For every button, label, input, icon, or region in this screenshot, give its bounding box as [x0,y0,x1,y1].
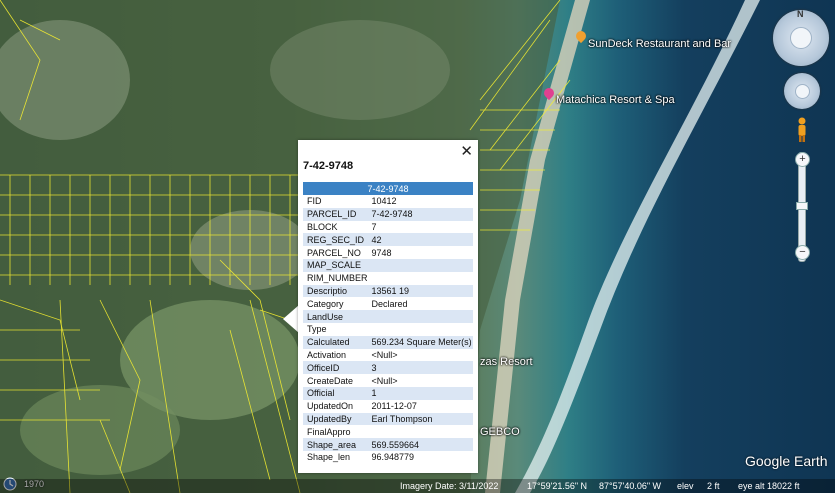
attribute-row: Official 1 [303,386,473,400]
move-control[interactable] [784,73,820,109]
attribute-key: RIM_NUMBER [307,273,368,284]
attribute-value [367,310,473,323]
attribute-value: 569.559664 [367,438,473,451]
attribute-key: MAP_SCALE [303,258,368,272]
attribute-row: BLOCK 7 [303,221,473,234]
attribute-value: 96.948779 [371,452,415,463]
attribute-value: 10412 [371,196,397,207]
attribute-key: Category [307,298,344,309]
attribute-row: Activation <Null> [303,349,473,362]
attribute-row: OfficeID 3 [303,361,473,375]
zoom-in-button[interactable]: + [795,152,810,167]
attribute-value: 9748 [371,247,392,258]
attribute-value: 3 [367,361,473,375]
imagery-date: Imagery Date: 3/11/2022 [400,481,499,491]
attribute-key: Calculated [303,335,368,349]
attribute-key: Shape_area [303,438,368,451]
attribute-key: REG_SEC_ID [303,233,368,247]
move-joystick[interactable] [795,84,810,99]
attribute-key: PARCEL_ID [303,207,368,221]
attribute-key: Shape_len [307,452,351,463]
place-label-resort-partial[interactable]: zas Resort [480,356,533,368]
map-view[interactable]: SunDeck Restaurant and Bar Matachica Res… [0,0,835,493]
attribute-key: FinalAppro [307,426,351,437]
attribute-value: <Null> [371,375,398,386]
compass-north-icon[interactable]: N [797,9,804,19]
street-view-pegman-icon[interactable] [796,117,808,143]
attribute-row: UpdatedBy Earl Thompson [303,412,473,426]
elevation-label: elev [677,481,694,491]
attribute-row: FID 10412 [303,195,473,208]
attribute-value [368,425,473,438]
attribute-key: PARCEL_NO [307,247,361,258]
info-balloon: ✕ 7-42-9748 7-42-9748 FID 10412 PARCEL_ID 7… [298,140,478,473]
attribute-row: RIM_NUMBER [303,272,473,285]
attribute-row: Calculated 569.234 Square Meter(s) [303,335,473,349]
balloon-title: 7-42-9748 [303,160,354,172]
attribute-value [368,272,473,285]
attribute-row: LandUse [303,310,473,323]
attribute-key: OfficeID [303,361,368,375]
eye-altitude: eye alt 18022 ft [738,481,800,491]
attribute-value: <Null> [371,349,398,360]
attribute-value [368,323,473,336]
attribute-key: UpdatedBy [303,412,368,426]
attribute-key: FID [307,196,322,207]
attribute-key: LandUse [303,310,368,323]
attribute-row: Type [303,323,473,336]
attribute-key: CreateDate [307,375,354,386]
elevation-value: 2 ft [707,481,720,491]
attribute-value: 2011-12-07 [371,401,417,412]
attribute-value: 13561 19 [367,284,473,298]
attribute-row: CreateDate <Null> [303,374,473,387]
longitude-readout: 87°57'40.06" W [599,481,662,491]
attribute-value: 7 [371,221,377,232]
zoom-out-button[interactable]: − [795,245,810,260]
attribute-value: 7-42-9748 [367,207,473,221]
attribute-row: Category Declared [303,297,473,310]
attribute-row: UpdatedOn 2011-12-07 [303,400,473,413]
place-label-matachica[interactable]: Matachica Resort & Spa [556,94,675,106]
attribute-table: 7-42-9748 FID 10412 PARCEL_ID 7-42-9748 BLOC… [303,182,473,464]
attribute-key: Activation [307,349,347,360]
attribute-row: Shape_len 96.948779 [303,451,473,464]
look-joystick[interactable] [790,27,812,49]
latitude-readout: 17°59'21.56" N [527,481,588,491]
attribute-value: Earl Thompson [367,412,473,426]
attribute-row: Shape_area 569.559664 [303,438,473,451]
attribute-row: FinalAppro [303,425,473,438]
attribute-key: Descriptio [303,284,368,298]
attribute-key: Type [307,324,327,335]
attribute-row: MAP_SCALE [303,258,473,272]
look-control[interactable]: N [773,9,829,66]
status-bar: Imagery Date: 3/11/2022 17°59'21.56" N 8… [0,479,835,493]
attribute-value: 569.234 Square Meter(s) [367,335,473,349]
attribute-row: Descriptio 13561 19 [303,284,473,298]
attribute-table-header: 7-42-9748 [303,182,473,195]
attribute-row: PARCEL_NO 9748 [303,246,473,259]
attribute-row: REG_SEC_ID 42 [303,233,473,247]
attribute-key: UpdatedOn [307,401,354,412]
google-earth-logo: Google Earth [745,453,828,469]
close-icon[interactable]: ✕ [460,142,473,160]
attribute-value: Declared [371,298,408,309]
attribute-value: 1 [367,386,473,400]
gebco-label: GEBCO [480,426,520,438]
balloon-pointer [283,305,299,333]
attribute-value: 42 [367,233,473,247]
attribute-value [367,258,473,272]
attribute-row: PARCEL_ID 7-42-9748 [303,207,473,221]
place-label-sundeck[interactable]: SunDeck Restaurant and Bar [588,38,731,50]
attribute-key: BLOCK [307,221,338,232]
zoom-slider-handle[interactable] [796,202,808,210]
attribute-key: Official [303,386,368,400]
